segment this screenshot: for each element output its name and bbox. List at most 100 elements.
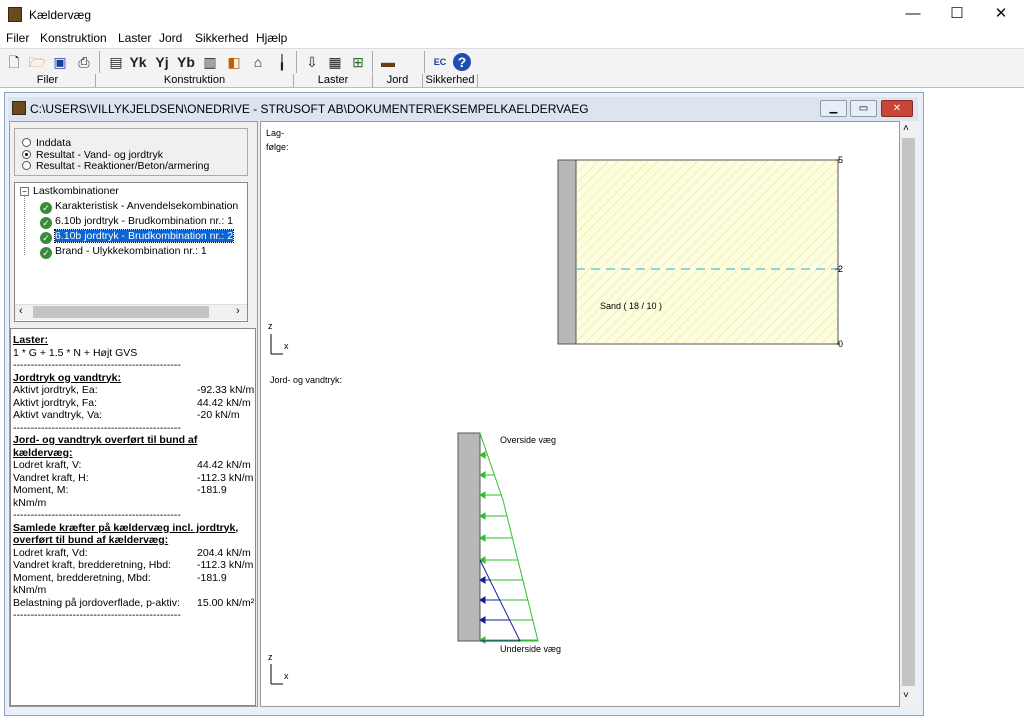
document-minimize-button[interactable]: ▁	[820, 100, 847, 117]
laster-heading: Laster:	[13, 334, 49, 346]
menu-sikkerhed[interactable]: Sikkerhed	[195, 31, 248, 45]
result-label: Aktivt vandtryk, Va:	[13, 409, 103, 421]
yk-icon[interactable]: Yk	[128, 51, 148, 73]
load-icon[interactable]: ⇩	[302, 51, 322, 73]
result-row: Aktivt jordtryk, Ea: -92.33 kN/m	[13, 384, 254, 397]
scroll-left-icon[interactable]: ‹	[19, 305, 23, 317]
result-label: Vandret kraft, bredderetning, Hbd:	[13, 559, 171, 571]
scrollbar-thumb[interactable]	[902, 138, 915, 686]
document-path: C:\USERS\VILLYKJELDSEN\ONEDRIVE - STRUSO…	[30, 102, 589, 116]
open-icon[interactable]: 🗁	[27, 51, 47, 73]
load-table-icon[interactable]: ⊞	[348, 51, 368, 73]
menu-bar	[0, 30, 1024, 48]
scroll-down-icon[interactable]: ˅	[903, 690, 909, 701]
radio-label: Resultat - Reaktioner/Beton/armering	[36, 160, 210, 172]
laster-formula: 1 * G + 1.5 * N + Højt GVS	[13, 346, 138, 359]
result-row: Moment, M: -181.9	[13, 484, 253, 497]
tree-item[interactable]: ✓ Brand - Ulykkekombination nr.: 1	[40, 244, 207, 259]
arrow-head	[479, 596, 486, 604]
yb-icon[interactable]: Yb	[176, 51, 196, 73]
scroll-right-icon[interactable]: ›	[236, 305, 240, 317]
axis-z-label: z	[268, 652, 273, 662]
tree-item-label: 6.10b jordtryk - Brudkombination nr.: 1	[55, 215, 234, 227]
scroll-up-icon[interactable]: ˄	[903, 123, 909, 134]
result-value: 204.4 kN/m	[197, 546, 251, 559]
separator: ----------------------------------------…	[13, 609, 181, 621]
result-value: 44.42 kN/m	[197, 459, 251, 471]
result-value: -20 kN/m	[197, 409, 240, 421]
section-heading: Jordtryk og vandtryk:	[13, 371, 121, 384]
help-icon[interactable]: ?	[453, 53, 471, 71]
result-label: Lodret kraft, Vd:	[13, 546, 88, 559]
result-row: Vandret kraft, H: -112.3 kN/m	[13, 472, 253, 485]
result-value: -181.9	[197, 571, 227, 584]
bottom-of-wall-label: Underside væg	[500, 644, 562, 654]
menu-jord[interactable]: Jord	[159, 31, 182, 45]
new-icon[interactable]: 🗋	[4, 51, 24, 73]
check-icon: ✓	[40, 217, 52, 229]
radio-circle-icon	[22, 161, 31, 170]
arrow-head	[479, 471, 486, 479]
result-label: Belastning på jordoverflade, p-aktiv:	[13, 596, 180, 609]
menu-filer[interactable]: Filer	[6, 31, 29, 45]
maximize-button[interactable]: ☐	[934, 0, 980, 30]
axis-x-label: x	[284, 341, 289, 351]
load-grid-icon[interactable]: ▦	[325, 51, 345, 73]
document-icon[interactable]: ▤	[106, 51, 126, 73]
result-label: Moment, M:	[13, 484, 69, 496]
wall-icon[interactable]: ▥	[200, 51, 220, 73]
arrow-head	[479, 636, 486, 644]
check-icon: ✓	[40, 247, 52, 259]
save-icon[interactable]: ▣	[50, 51, 70, 73]
tree-item-selected[interactable]: ✓ 6.10b jordtryk - Brudkombination nr.: 2	[40, 229, 235, 244]
close-button[interactable]: ✕	[978, 0, 1024, 30]
minimize-button[interactable]: —	[890, 0, 936, 30]
radio-resultat-reaktioner[interactable]: Resultat - Reaktioner/Beton/armering	[22, 160, 209, 172]
axis-x-label: x	[284, 671, 289, 681]
results-text: Laster: 1 * G + 1.5 * N + Højt GVS -----…	[13, 334, 254, 634]
menu-konstruktion[interactable]: Konstruktion	[40, 31, 107, 45]
section-heading: kældervæg:	[13, 446, 73, 459]
result-row: Belastning på jordoverflade, p-aktiv: 15.…	[13, 596, 254, 610]
document-icon	[12, 101, 26, 115]
result-label: Lodret kraft, V:	[13, 459, 82, 471]
ec-icon[interactable]: EC	[430, 51, 450, 73]
earth-pressure-arrows	[479, 451, 538, 644]
document-restore-button[interactable]: ▭	[850, 100, 877, 117]
arrow-head	[479, 534, 486, 542]
app-icon	[8, 7, 22, 22]
toolbar-group-jord: Jord	[373, 74, 423, 87]
soil-icon[interactable]: ▬	[378, 51, 398, 73]
result-row: Lodret kraft, Vd: 204.4 kN/m	[13, 547, 253, 560]
scrollbar-thumb[interactable]	[33, 306, 209, 318]
arrow-head	[479, 576, 486, 584]
radio-label: Inddata	[36, 137, 72, 149]
tree-root[interactable]: − Lastkombinationer	[20, 184, 119, 199]
pressure-title: Jord- og vandtryk:	[270, 375, 343, 385]
result-value: -112.3 kN/m	[197, 559, 254, 571]
document-close-button[interactable]: ✕	[881, 100, 913, 117]
foundation-icon[interactable]: ⌂	[248, 51, 268, 73]
result-label: Aktivt jordtryk, Fa:	[13, 396, 98, 409]
level-label-water: 2	[838, 264, 844, 274]
radio-inddata[interactable]: Inddata	[22, 137, 71, 149]
wall-section	[557, 159, 577, 345]
tree-item[interactable]: ✓ Karakteristisk - Anvendelsekombination	[40, 199, 238, 214]
arrow-head	[479, 512, 486, 520]
yj-icon[interactable]: Yj	[152, 51, 172, 73]
tree-item[interactable]: ✓ 6.10b jordtryk - Brudkombination nr.: 1	[40, 214, 233, 229]
column-icon[interactable]: ╽	[272, 51, 292, 73]
menu-hjaelp[interactable]: Hjælp	[256, 31, 287, 45]
result-row: Aktivt vandtryk, Va: -20 kN/m	[13, 409, 253, 422]
toolbar-separator	[99, 51, 100, 73]
menu-laster[interactable]: Laster	[118, 31, 151, 45]
toolbar-separator	[372, 51, 373, 73]
tree-line	[24, 195, 25, 255]
toolbar-separator	[424, 51, 425, 73]
level-label-top: 5	[838, 155, 844, 165]
material-icon[interactable]: ◧	[224, 51, 244, 73]
section-heading: Samlede kræfter på kældervæg incl. jordt…	[13, 521, 239, 534]
result-label: Aktivt jordtryk, Ea:	[13, 384, 98, 396]
print-icon[interactable]: ⎙	[74, 51, 94, 73]
separator: ----------------------------------------…	[13, 421, 181, 434]
